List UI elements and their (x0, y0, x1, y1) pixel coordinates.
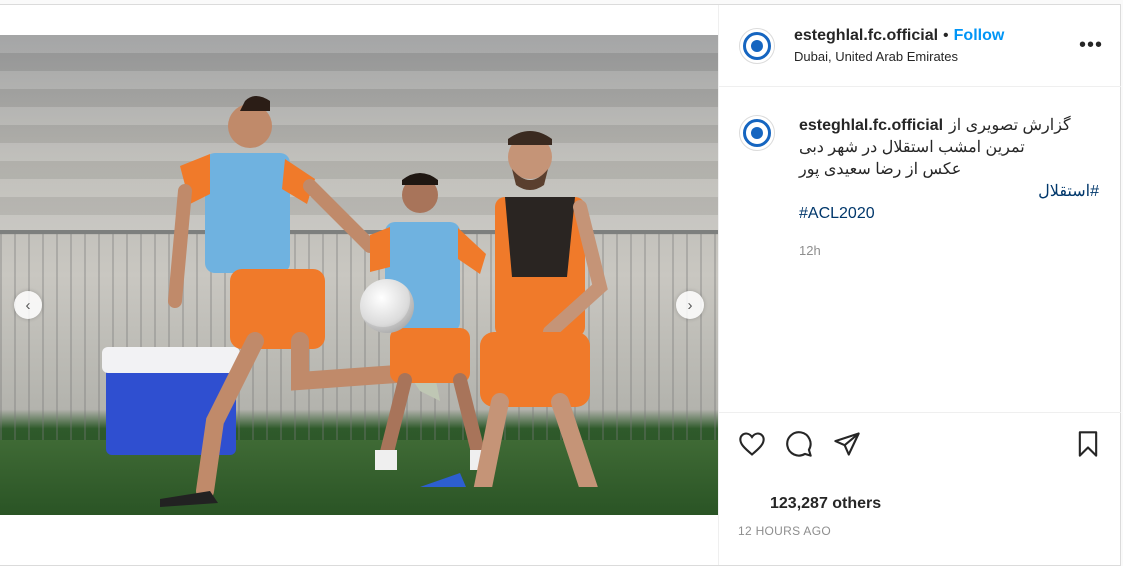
carousel-prev-button[interactable]: ‹ (14, 291, 42, 319)
bookmark-icon[interactable] (1074, 430, 1102, 458)
post-image[interactable]: ‹ › (0, 35, 718, 515)
hashtag-link[interactable]: #ACL2020 (799, 203, 1099, 225)
club-logo-icon (743, 31, 771, 60)
carousel-next-button[interactable]: › (676, 291, 704, 319)
comments-section: esteghlal.fc.official گزارش تصویری از تم… (719, 87, 1121, 413)
follow-button[interactable]: Follow (954, 27, 1005, 45)
post-header: esteghlal.fc.official • Follow Dubai, Un… (719, 5, 1121, 87)
caption-username[interactable]: esteghlal.fc.official (799, 115, 943, 137)
caption-line-3: عکس از رضا سعیدی پور (799, 161, 962, 178)
more-options-icon[interactable]: ••• (1079, 35, 1103, 55)
instagram-post: ‹ › esteghlal.fc.official • Follow Dubai… (0, 4, 1121, 566)
caption-line-1: گزارش تصویری از (949, 117, 1071, 134)
post-sidebar: esteghlal.fc.official • Follow Dubai, Un… (718, 5, 1121, 565)
separator: • (943, 27, 949, 44)
heart-icon[interactable] (738, 430, 766, 458)
avatar[interactable] (739, 27, 775, 64)
soccer-ball (360, 279, 414, 333)
post-time-ago[interactable]: 12 HOURS AGO (738, 524, 831, 538)
caption-line-2: تمرین امشب استقلال در شهر دبی (799, 139, 1025, 156)
hashtag-link[interactable]: #استقلال (799, 181, 1099, 203)
caption-timestamp: 12h (799, 243, 821, 258)
action-bar (738, 430, 1100, 460)
player-right (420, 131, 608, 487)
username-link[interactable]: esteghlal.fc.official (794, 27, 938, 45)
caption-avatar[interactable] (739, 115, 775, 151)
comment-icon[interactable] (785, 430, 813, 458)
club-logo-icon (743, 119, 771, 147)
post-caption: esteghlal.fc.official گزارش تصویری از تم… (799, 115, 1099, 225)
location-link[interactable]: Dubai, United Arab Emirates (794, 49, 1004, 64)
likes-count[interactable]: 123,287 others (770, 495, 881, 513)
share-icon[interactable] (833, 430, 861, 458)
